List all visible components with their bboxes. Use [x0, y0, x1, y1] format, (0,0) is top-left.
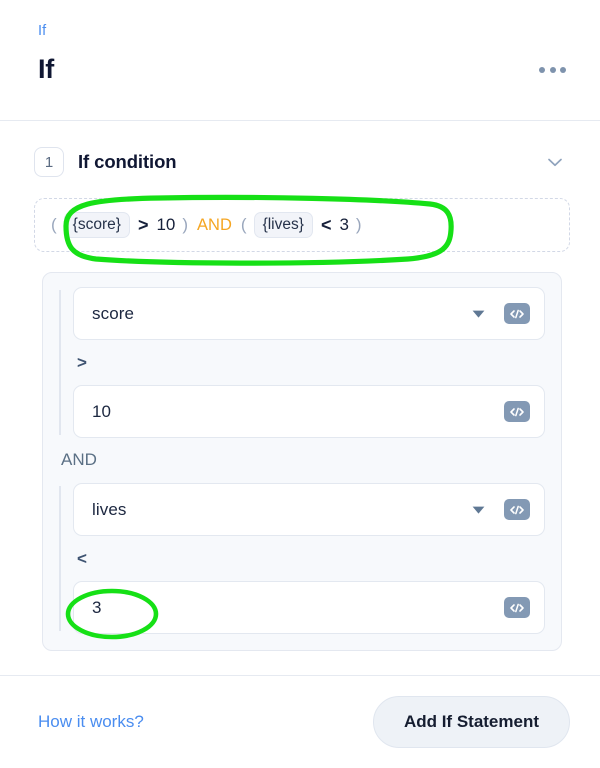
expression-value-1: 10 — [156, 215, 176, 234]
open-paren: ( — [51, 215, 57, 234]
condition-builder-panel: score > 10 AND lives < 3 — [42, 272, 562, 651]
field-value: 10 — [92, 401, 112, 421]
expression-logic-operator: AND — [197, 215, 232, 234]
kebab-dot — [539, 66, 545, 73]
code-brackets-icon[interactable] — [504, 499, 530, 520]
field-select-lives[interactable]: lives — [73, 483, 545, 536]
variable-chip-score: {score} — [63, 211, 130, 239]
if-condition-editor: If If 1 If condition ( {score} > 10) AN… — [0, 0, 600, 768]
how-it-works-link[interactable]: How it works? — [38, 712, 144, 732]
field-select-score[interactable]: score — [73, 287, 545, 340]
page-header: If If — [0, 0, 600, 120]
code-brackets-icon[interactable] — [504, 597, 530, 618]
field-value-10[interactable]: 10 — [73, 385, 545, 438]
open-paren: ( — [240, 215, 247, 234]
field-value: lives — [92, 499, 127, 519]
breadcrumb-if[interactable]: If — [38, 23, 46, 39]
caret-down-icon[interactable] — [471, 306, 486, 321]
logic-separator-and[interactable]: AND — [59, 438, 545, 483]
code-brackets-icon[interactable] — [504, 401, 530, 422]
expression-operator-2: < — [320, 214, 332, 235]
add-if-statement-button[interactable]: Add If Statement — [372, 696, 570, 748]
title-row: If — [38, 54, 570, 85]
operator-1[interactable]: > — [73, 340, 545, 385]
kebab-menu-icon[interactable] — [535, 59, 570, 81]
expression-preview[interactable]: ( {score} > 10 ) AND ( {lives} < 3 ) — [34, 198, 570, 252]
section-title: If condition — [78, 151, 177, 172]
code-brackets-icon[interactable] — [504, 303, 530, 324]
if-condition-section: 1 If condition ( {score} > 10 ) AND ( {l… — [0, 121, 600, 651]
kebab-dot — [549, 66, 556, 73]
section-header: 1 If condition — [34, 147, 570, 177]
chevron-down-icon[interactable] — [544, 151, 566, 173]
expression-operator-1: > — [137, 214, 149, 235]
expression-value-2: 3 — [339, 215, 349, 234]
footer: How it works? Add If Statement — [0, 676, 600, 748]
field-value: 3 — [92, 597, 102, 617]
variable-chip-lives: {lives} — [253, 211, 313, 239]
field-value: score — [92, 303, 135, 323]
page-title: If — [38, 54, 55, 84]
operator-2[interactable]: < — [73, 536, 545, 581]
field-value-3[interactable]: 3 — [73, 581, 545, 634]
expression-preview-wrap: ( {score} > 10 ) AND ( {lives} < 3 ) — [34, 194, 570, 266]
condition-group-1: score > 10 — [59, 287, 545, 438]
condition-group-2: lives < 3 — [59, 483, 545, 634]
caret-down-icon[interactable] — [471, 502, 486, 517]
kebab-dot — [560, 66, 566, 73]
close-paren: ) — [182, 215, 189, 234]
step-number-badge: 1 — [34, 147, 64, 177]
close-paren: ) — [355, 215, 362, 234]
